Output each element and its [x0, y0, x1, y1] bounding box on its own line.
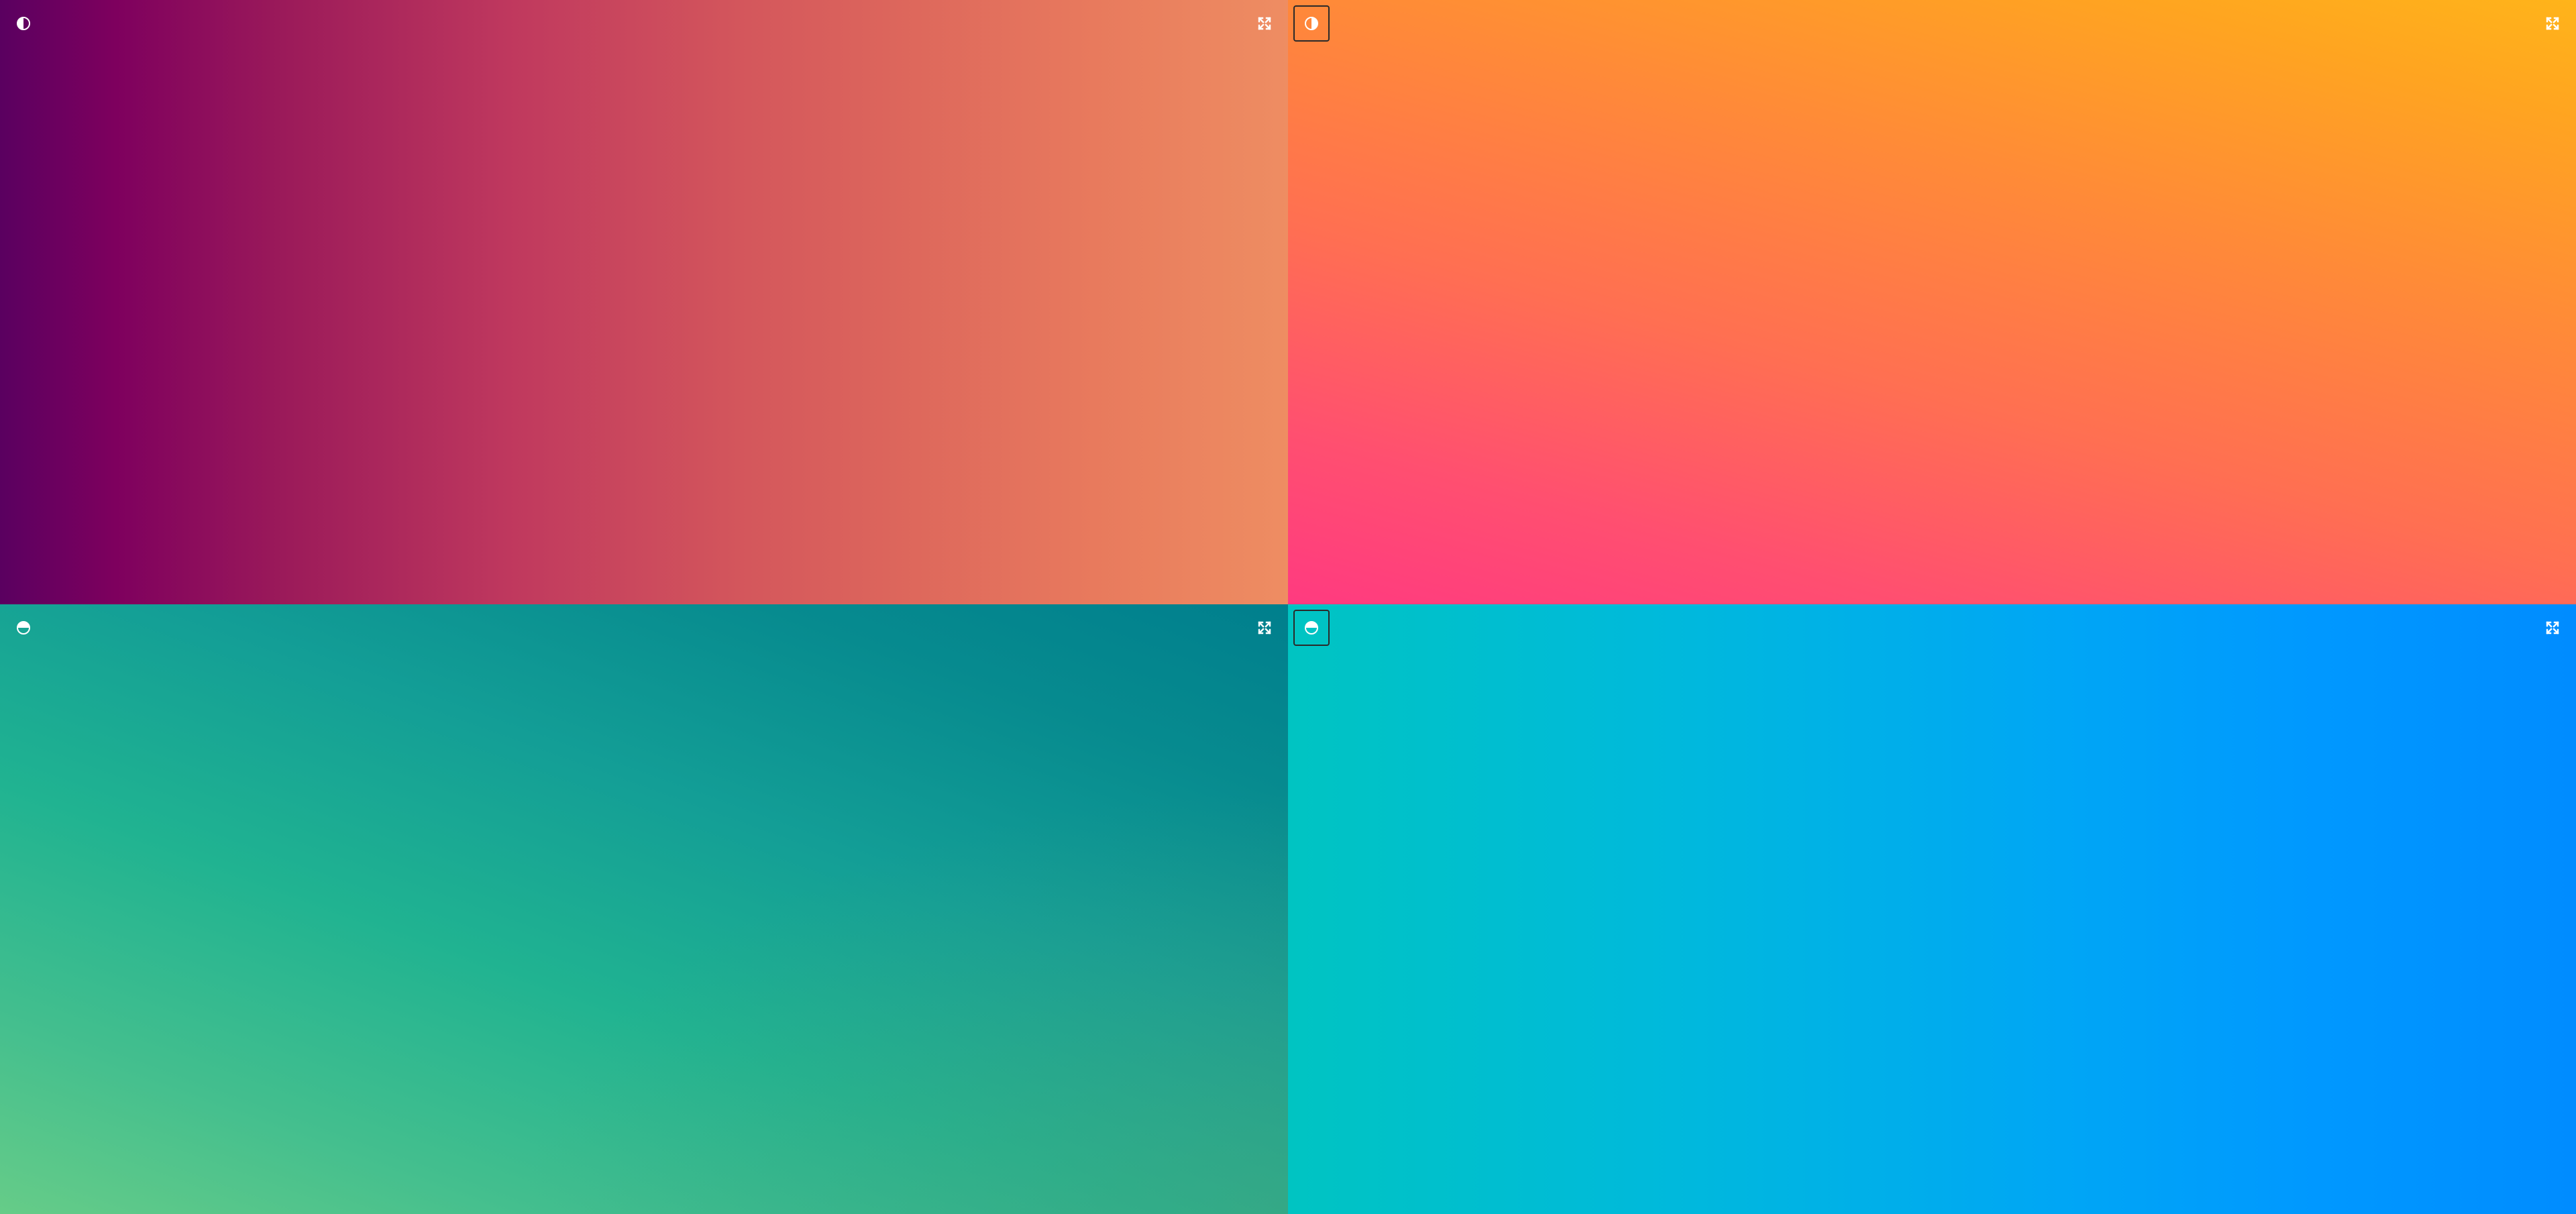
gradient-panel-top-right: [1288, 0, 2576, 604]
half-circle-right-icon: [1305, 17, 1318, 30]
theme-toggle-button[interactable]: [5, 610, 42, 646]
expand-button[interactable]: [2534, 5, 2571, 42]
theme-toggle-button[interactable]: [1293, 5, 1330, 42]
expand-button[interactable]: [2534, 610, 2571, 646]
half-circle-left-icon: [17, 17, 30, 30]
expand-icon: [1258, 17, 1271, 30]
expand-icon: [2546, 621, 2559, 634]
expand-button[interactable]: [1246, 610, 1283, 646]
expand-icon: [2546, 17, 2559, 30]
half-circle-top-icon: [1305, 621, 1318, 634]
gradient-panel-bottom-right: [1288, 604, 2576, 1214]
gradient-panel-bottom-left: [0, 604, 1288, 1214]
half-circle-top-icon: [17, 621, 30, 634]
expand-icon: [1258, 621, 1271, 634]
gradient-grid: [0, 0, 2576, 1214]
theme-toggle-button[interactable]: [5, 5, 42, 42]
expand-button[interactable]: [1246, 5, 1283, 42]
theme-toggle-button[interactable]: [1293, 610, 1330, 646]
gradient-panel-top-left: [0, 0, 1288, 604]
